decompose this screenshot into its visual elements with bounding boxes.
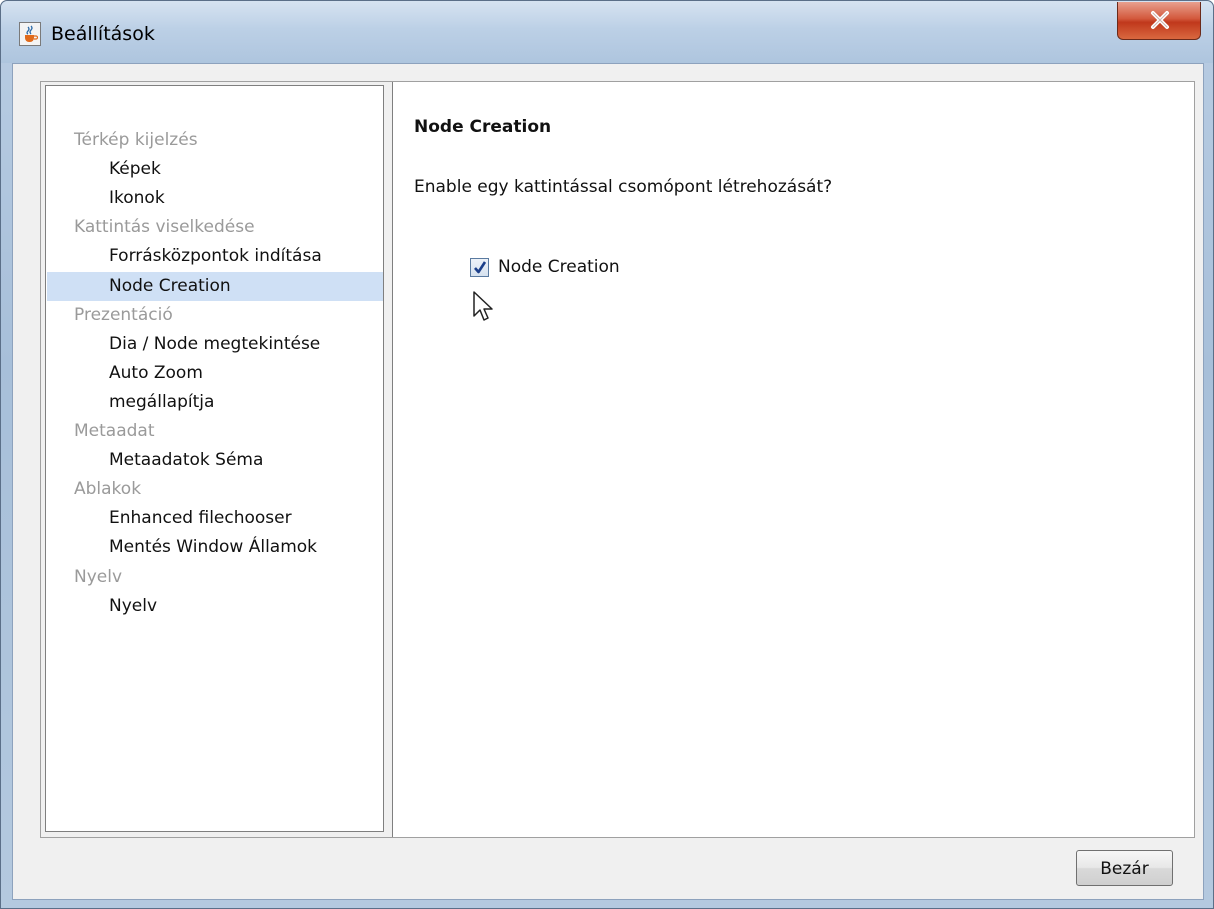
close-dialog-button[interactable]: Bezár	[1076, 850, 1173, 886]
tree-category: Metaadat	[74, 421, 155, 441]
dialog-body: Térkép kijelzés Képek Ikonok Kattintás vise…	[12, 63, 1204, 900]
tree-category: Nyelv	[74, 567, 123, 587]
node-creation-checkbox[interactable]	[470, 258, 489, 277]
page-title: Node Creation	[414, 117, 552, 137]
tree-item[interactable]: Képek	[47, 155, 383, 184]
tree-item[interactable]: Forrásközpontok indítása	[47, 242, 383, 271]
checkmark-icon	[474, 261, 487, 274]
settings-split-pane: Térkép kijelzés Képek Ikonok Kattintás vise…	[40, 81, 1195, 838]
tree-category: Ablakok	[74, 479, 142, 499]
tree-category: Térkép kijelzés	[74, 130, 198, 150]
tree-item[interactable]: Nyelv	[47, 592, 383, 621]
window-title: Beállítások	[51, 23, 155, 45]
tree-item[interactable]: Auto Zoom	[47, 359, 383, 388]
tree-item[interactable]: Mentés Window Államok	[47, 533, 383, 562]
setting-question: Enable egy kattintással csomópont létreh…	[414, 177, 833, 197]
tree-item[interactable]: Node Creation	[47, 272, 383, 301]
preferences-window: Beállítások Térkép kijelzés Képek Ikonok Ka…	[0, 0, 1214, 909]
mouse-pointer-icon	[472, 291, 494, 327]
tree-item[interactable]: Metaadatok Séma	[47, 446, 383, 475]
tree-item[interactable]: Enhanced filechooser	[47, 504, 383, 533]
tree-category: Prezentáció	[74, 305, 173, 325]
node-creation-checkbox-label[interactable]: Node Creation	[498, 257, 620, 277]
title-bar[interactable]: Beállítások	[1, 1, 1213, 63]
settings-content-panel: Node Creation Enable egy kattintással cs…	[392, 82, 1194, 837]
window-close-button[interactable]	[1117, 2, 1201, 40]
settings-tree[interactable]: Térkép kijelzés Képek Ikonok Kattintás vise…	[45, 85, 384, 832]
tree-category: Kattintás viselkedése	[74, 217, 255, 237]
tree-item[interactable]: Ikonok	[47, 184, 383, 213]
tree-item[interactable]: megállapítja	[47, 388, 383, 417]
java-cup-icon	[19, 22, 41, 46]
tree-item[interactable]: Dia / Node megtekintése	[47, 330, 383, 359]
